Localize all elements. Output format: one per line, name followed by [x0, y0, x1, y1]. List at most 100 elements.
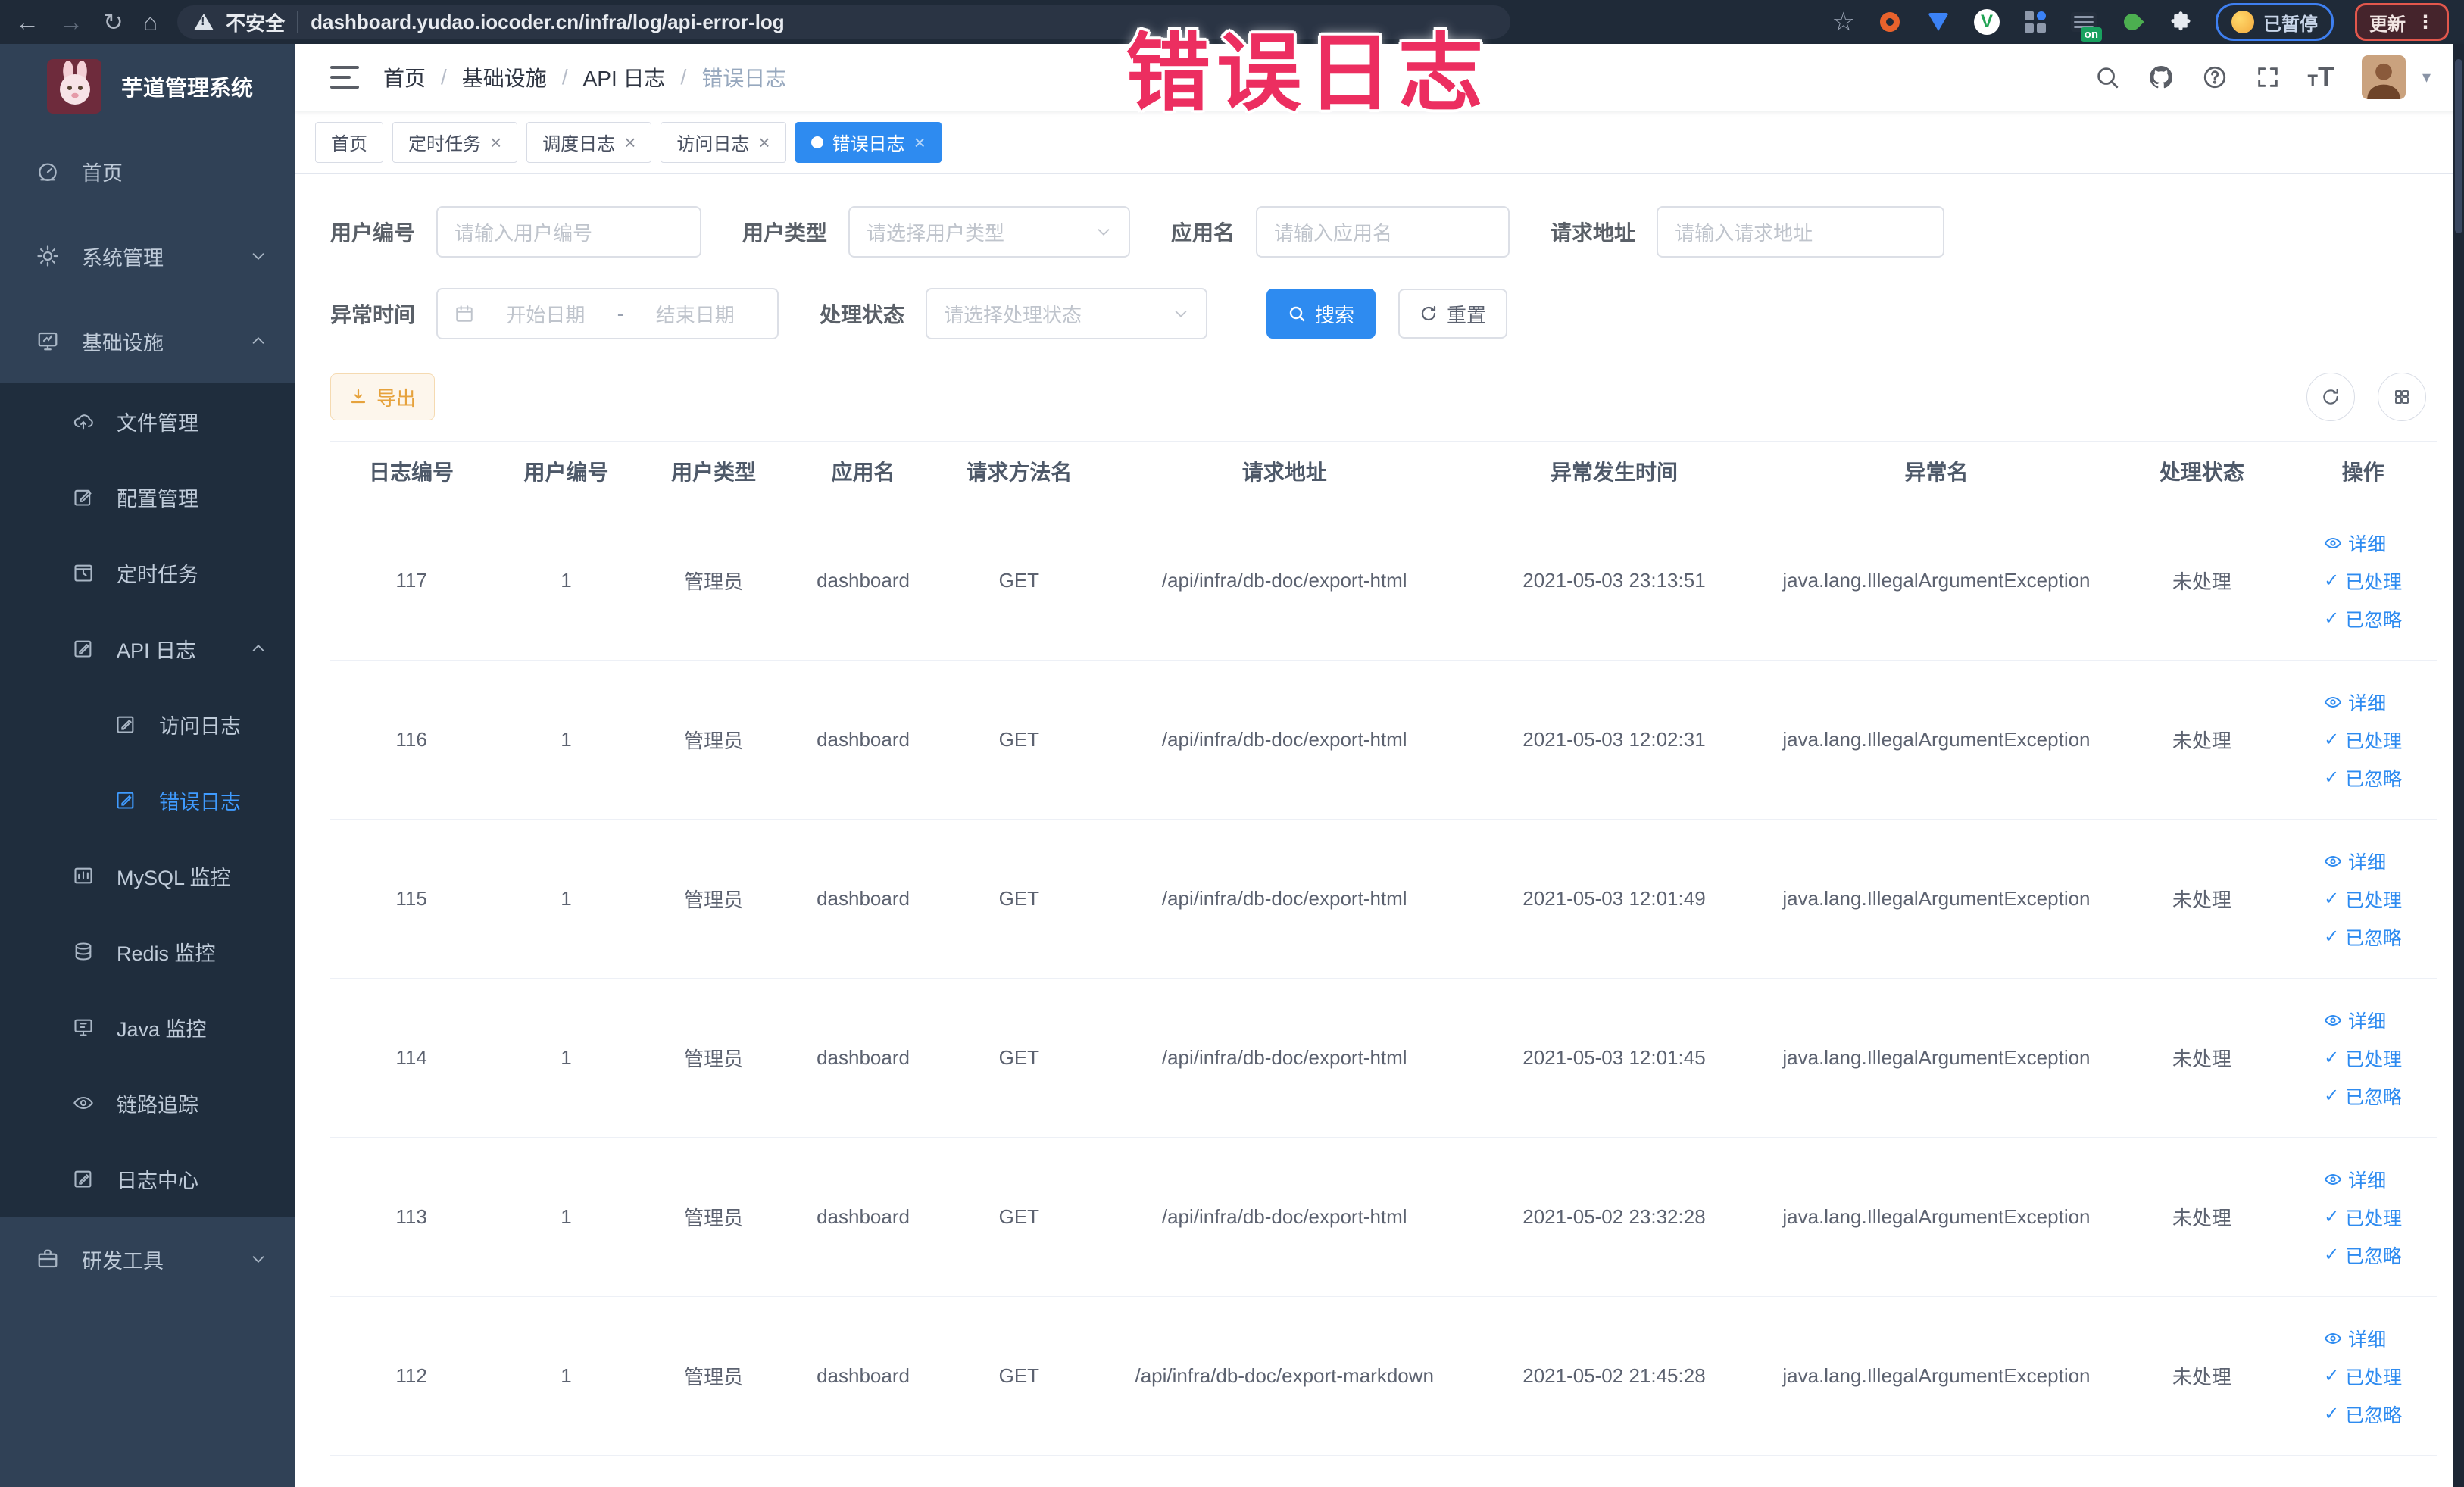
ignored-link[interactable]: ✓ 已忽略 — [2324, 1082, 2402, 1110]
processed-link[interactable]: ✓ 已处理 — [2324, 886, 2402, 913]
tag-home[interactable]: 首页 — [315, 121, 383, 163]
cell-actions: 详细 ✓ 已处理 ✓ 已忽略 — [2289, 978, 2437, 1138]
help-icon[interactable] — [2202, 64, 2228, 90]
close-icon[interactable]: × — [914, 133, 926, 152]
check-icon: ✓ — [2324, 1048, 2340, 1068]
extension-donut-icon[interactable] — [1876, 8, 1903, 36]
scrollbar-thumb[interactable] — [2455, 59, 2462, 233]
close-icon[interactable]: × — [758, 133, 770, 152]
ignored-link[interactable]: ✓ 已忽略 — [2324, 923, 2402, 951]
bookmark-star-icon[interactable]: ☆ — [1832, 7, 1855, 37]
processed-link[interactable]: ✓ 已处理 — [2324, 1363, 2402, 1390]
extensions-puzzle-icon[interactable] — [2167, 8, 2194, 36]
tag-job[interactable]: 定时任务 × — [392, 121, 518, 163]
sidebar-item-java[interactable]: Java 监控 — [0, 989, 295, 1065]
ignored-link[interactable]: ✓ 已忽略 — [2324, 605, 2402, 633]
export-button[interactable]: 导出 — [330, 373, 436, 420]
request-url-input[interactable]: 请输入请求地址 — [1657, 206, 1945, 258]
browser-scrollbar[interactable] — [2453, 44, 2464, 1487]
grid-icon — [2395, 390, 2409, 404]
sidebar-item-job[interactable]: 定时任务 — [0, 535, 295, 611]
column-settings-button[interactable] — [2378, 373, 2426, 421]
user-avatar[interactable] — [2361, 55, 2406, 99]
app-name-input[interactable]: 请输入应用名 — [1256, 206, 1510, 258]
sidebar-item-infra[interactable]: 基础设施 — [0, 298, 295, 383]
home-icon[interactable]: ⌂ — [143, 10, 158, 34]
sidebar-item-error-log[interactable]: 错误日志 — [0, 762, 295, 838]
filter-user-type: 用户类型 请选择用户类型 — [742, 206, 1131, 258]
extension-leaf-icon[interactable] — [2119, 8, 2146, 36]
tag-error-log-active[interactable]: 错误日志 × — [795, 121, 942, 163]
hamburger-icon[interactable] — [330, 66, 359, 89]
close-icon[interactable]: × — [624, 133, 636, 152]
sidebar-item-file-manage[interactable]: 文件管理 — [0, 383, 295, 459]
cell-log-id: 113 — [330, 1137, 493, 1297]
address-bar[interactable]: 不安全 dashboard.yudao.iocoder.cn/infra/log… — [177, 5, 1511, 39]
check-icon: ✓ — [2324, 570, 2340, 591]
check-icon: ✓ — [2324, 729, 2340, 750]
detail-link[interactable]: 详细 — [2324, 530, 2386, 557]
browser-update-button[interactable]: 更新 ⋮ — [2355, 3, 2449, 41]
sidebar-item-mysql[interactable]: MySQL 监控 — [0, 838, 295, 914]
app-logo[interactable]: 芋道管理系统 — [0, 44, 295, 129]
sidebar-item-api-log[interactable]: API 日志 — [0, 611, 295, 686]
user-id-input[interactable]: 请输入用户编号 — [436, 206, 702, 258]
caret-down-icon[interactable]: ▾ — [2422, 67, 2431, 87]
sidebar-item-log-center[interactable]: 日志中心 — [0, 1141, 295, 1217]
detail-link[interactable]: 详细 — [2324, 1166, 2386, 1193]
doc-edit-icon — [74, 640, 92, 658]
sidebar-item-redis[interactable]: Redis 监控 — [0, 914, 295, 989]
search-icon[interactable] — [2094, 64, 2120, 90]
cell-status: 未处理 — [2114, 978, 2290, 1138]
search-button[interactable]: 搜索 — [1266, 289, 1376, 339]
breadcrumb-infra[interactable]: 基础设施 — [462, 62, 547, 92]
extension-v-icon[interactable]: V — [1973, 8, 2000, 36]
user-type-select[interactable]: 请选择用户类型 — [848, 206, 1131, 258]
cell-request-url: /api/infra/db-doc/export-markdown — [1099, 1296, 1470, 1456]
ignored-link[interactable]: ✓ 已忽略 — [2324, 1242, 2402, 1269]
processed-link[interactable]: ✓ 已处理 — [2324, 1045, 2402, 1072]
extension-drop-icon[interactable] — [1925, 8, 1952, 36]
filter-row-1: 用户编号 请输入用户编号 用户类型 请选择用户类型 应用名 请输入应用名 请求地… — [330, 206, 2437, 258]
ignored-link[interactable]: ✓ 已忽略 — [2324, 1401, 2402, 1428]
sidebar-item-trace[interactable]: 链路追踪 — [0, 1065, 295, 1141]
status-select[interactable]: 请选择处理状态 — [926, 288, 1208, 339]
ignored-link[interactable]: ✓ 已忽略 — [2324, 764, 2402, 792]
extension-adblock-icon[interactable]: on — [2070, 8, 2102, 42]
breadcrumb-api-log[interactable]: API 日志 — [583, 62, 666, 92]
detail-link[interactable]: 详细 — [2324, 1325, 2386, 1352]
detail-link[interactable]: 详细 — [2324, 689, 2386, 716]
processed-link[interactable]: ✓ 已处理 — [2324, 726, 2402, 754]
detail-link[interactable]: 详细 — [2324, 848, 2386, 875]
reload-icon[interactable]: ↻ — [103, 10, 123, 34]
tag-access-log[interactable]: 访问日志 × — [661, 121, 786, 163]
back-icon[interactable]: ← — [15, 10, 39, 34]
sidebar-item-home[interactable]: 首页 — [0, 129, 295, 214]
sidebar-item-dev-tools[interactable]: 研发工具 — [0, 1217, 295, 1301]
github-icon[interactable] — [2147, 64, 2175, 91]
browser-menu-icon[interactable]: ⋮ — [2416, 11, 2434, 33]
forward-icon[interactable]: → — [59, 10, 83, 34]
detail-link[interactable]: 详细 — [2324, 1007, 2386, 1034]
fullscreen-icon[interactable] — [2255, 64, 2281, 90]
font-size-icon[interactable]: TT — [2308, 61, 2334, 93]
processed-link[interactable]: ✓ 已处理 — [2324, 567, 2402, 595]
breadcrumb-home[interactable]: 首页 — [383, 62, 426, 92]
database-icon — [75, 942, 92, 961]
tag-job-log[interactable]: 调度日志 × — [526, 121, 652, 163]
sidebar-item-config-manage[interactable]: 配置管理 — [0, 459, 295, 535]
main-area: 首页 / 基础设施 / API 日志 / 错误日志 T T ▾ 首页 定时任务 … — [295, 44, 2464, 1487]
table-header-cell: 异常名 — [1758, 441, 2115, 501]
cell-request-url: /api/infra/db-doc/export-html — [1099, 978, 1470, 1138]
table-header-cell: 日志编号 — [330, 441, 493, 501]
eye-icon — [2324, 1332, 2342, 1344]
refresh-button[interactable] — [2306, 373, 2355, 421]
reset-button[interactable]: 重置 — [1398, 289, 1508, 339]
close-icon[interactable]: × — [490, 133, 501, 152]
profile-paused-pill[interactable]: 已暂停 — [2216, 3, 2334, 41]
processed-link[interactable]: ✓ 已处理 — [2324, 1204, 2402, 1231]
extension-grid-icon[interactable] — [2022, 8, 2049, 36]
sidebar-item-access-log[interactable]: 访问日志 — [0, 686, 295, 762]
sidebar-item-system[interactable]: 系统管理 — [0, 214, 295, 298]
date-range-picker[interactable]: 开始日期 - 结束日期 — [436, 288, 779, 339]
